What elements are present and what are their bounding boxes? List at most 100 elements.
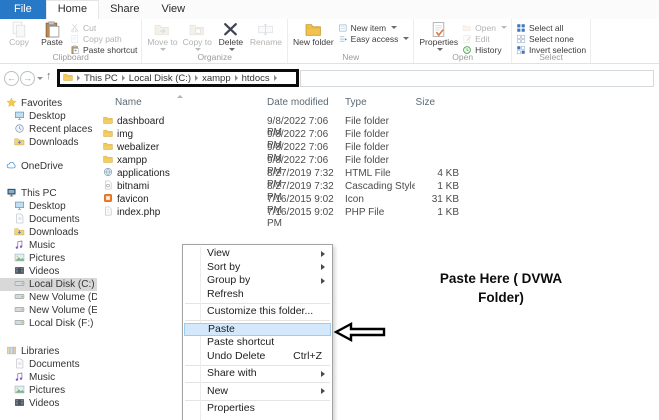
- sidebar-item-recent-places[interactable]: Recent places: [0, 123, 97, 136]
- sidebar-item-music[interactable]: Music: [0, 371, 97, 384]
- context-menu-item-undo-delete[interactable]: Undo Delete Ctrl+Z: [183, 350, 332, 364]
- column-header-size[interactable]: Size: [397, 97, 435, 108]
- sidebar-item-downloads[interactable]: Downloads: [0, 136, 97, 149]
- forward-arrow-icon[interactable]: →: [20, 71, 35, 86]
- sidebar-item-label: Pictures: [29, 385, 66, 396]
- context-menu-item-refresh[interactable]: Refresh: [183, 288, 332, 302]
- search-box[interactable]: [300, 70, 654, 87]
- column-header-date-modified[interactable]: Date modified: [267, 97, 329, 108]
- sidebar-item-documents[interactable]: Documents: [0, 358, 97, 371]
- breadcrumb-segment-htdocs[interactable]: htdocs: [242, 73, 270, 84]
- sidebar-item-downloads[interactable]: Downloads: [0, 226, 97, 239]
- select-all-button[interactable]: Select all: [516, 22, 586, 33]
- sidebar-item-favorites[interactable]: Favorites: [0, 97, 97, 110]
- file-name-cell: favicon: [103, 193, 263, 206]
- sidebar-item-music[interactable]: Music: [0, 239, 97, 252]
- sidebar-item-desktop[interactable]: Desktop: [0, 110, 97, 123]
- sidebar-item-videos[interactable]: Videos: [0, 265, 97, 278]
- sidebar-item-desktop[interactable]: Desktop: [0, 200, 97, 213]
- tab-view[interactable]: View: [150, 0, 196, 19]
- submenu-arrow-icon: [321, 277, 325, 284]
- sidebar-item-label: Videos: [29, 398, 60, 409]
- file-row-img[interactable]: img 9/8/2022 7:06 PM File folder: [97, 128, 659, 151]
- star-icon: [6, 97, 17, 111]
- file-name-cell: bitnami: [103, 180, 263, 193]
- tab-file[interactable]: File: [0, 0, 46, 19]
- copy-to-button[interactable]: Copy to: [182, 21, 213, 51]
- edit-button[interactable]: Edit: [462, 33, 507, 44]
- column-headers: Name Date modified Type Size: [97, 94, 659, 112]
- cut-button[interactable]: Cut: [70, 22, 137, 33]
- breadcrumb[interactable]: This PC Local Disk (C:) xampp htdocs: [57, 69, 299, 87]
- context-menu-item-group-by[interactable]: Group by: [183, 274, 332, 288]
- ribbon-group-label: Organize: [197, 52, 232, 62]
- sidebar-item-new-volume-e[interactable]: New Volume (E:): [0, 304, 97, 317]
- select-all-icon: [516, 23, 526, 33]
- html-icon: [103, 167, 113, 180]
- file-row-favicon[interactable]: favicon 7/16/2015 9:02 PM Icon 31 KB: [97, 193, 659, 216]
- select-none-button[interactable]: Select none: [516, 33, 586, 44]
- breadcrumb-segment-this-pc[interactable]: This PC: [84, 73, 118, 84]
- sort-direction-icon: [177, 95, 183, 98]
- context-menu-item-customize-this-folder[interactable]: Customize this folder...: [183, 305, 332, 319]
- file-size: 31 KB: [431, 194, 459, 205]
- context-menu-item-new[interactable]: New: [183, 385, 332, 399]
- tab-home[interactable]: Home: [45, 0, 100, 20]
- annotation-text: Paste Here ( DVWA Folder): [439, 271, 563, 305]
- new-item-button[interactable]: New item: [338, 22, 410, 33]
- sidebar-item-pictures[interactable]: Pictures: [0, 252, 97, 265]
- sidebar-item-local-disk-f[interactable]: Local Disk (F:): [0, 317, 97, 330]
- cloud-icon: [6, 160, 17, 174]
- context-menu-item-sort-by[interactable]: Sort by: [183, 261, 332, 275]
- move-to-button[interactable]: Move to: [146, 21, 178, 51]
- file-row-index-php[interactable]: index.php 7/16/2015 9:02 PM PHP File 1 KB: [97, 206, 659, 229]
- file-row-webalizer[interactable]: webalizer 9/8/2022 7:06 PM File folder: [97, 141, 659, 164]
- rename-button[interactable]: Rename: [249, 21, 283, 51]
- open-button[interactable]: Open: [462, 22, 507, 33]
- sidebar-item-label: Documents: [29, 359, 80, 370]
- ribbon: Copy Paste Cut Copy path Paste shortcut Clipb…: [0, 19, 659, 64]
- context-menu-item-paste[interactable]: Paste: [184, 322, 331, 336]
- folder-icon: [103, 154, 113, 167]
- context-menu-item-paste-shortcut[interactable]: Paste shortcut: [183, 336, 332, 350]
- recent-locations-caret-icon[interactable]: [37, 77, 43, 80]
- breadcrumb-segment-xampp[interactable]: xampp: [202, 73, 231, 84]
- tab-share[interactable]: Share: [99, 0, 150, 19]
- sidebar-item-onedrive[interactable]: OneDrive: [0, 160, 97, 173]
- column-header-type[interactable]: Type: [345, 97, 367, 108]
- rename-icon: [257, 21, 274, 38]
- context-menu-item-share-with[interactable]: Share with: [183, 367, 332, 381]
- ribbon-group-organize: Move to Copy to Delete Rename Organize: [142, 19, 289, 63]
- file-row-dashboard[interactable]: dashboard 9/8/2022 7:06 PM File folder: [97, 115, 659, 138]
- context-menu-item-properties[interactable]: Properties: [183, 402, 332, 416]
- column-header-name[interactable]: Name: [115, 97, 142, 108]
- file-row-xampp[interactable]: xampp 9/8/2022 7:06 PM File folder: [97, 154, 659, 177]
- delete-button[interactable]: Delete: [216, 21, 246, 51]
- properties-button[interactable]: Properties: [418, 21, 459, 55]
- file-row-bitnami[interactable]: bitnami 8/27/2019 7:32 PM Cascading Style …: [97, 180, 659, 203]
- copy-button[interactable]: Copy: [4, 21, 34, 55]
- paste-button[interactable]: Paste: [37, 21, 67, 55]
- sidebar-item-new-volume-d[interactable]: New Volume (D:): [0, 291, 97, 304]
- breadcrumb-segment-local-disk-c[interactable]: Local Disk (C:): [129, 73, 191, 84]
- sidebar-item-libraries[interactable]: Libraries: [0, 345, 97, 358]
- context-menu-item-view[interactable]: View: [183, 247, 332, 261]
- button-label: Copy path: [83, 33, 122, 44]
- copy-path-button[interactable]: Copy path: [70, 33, 137, 44]
- file-row-applications[interactable]: applications 8/27/2019 7:32 PM HTML File 4 …: [97, 167, 659, 190]
- sidebar-item-this-pc[interactable]: This PC: [0, 187, 97, 200]
- folder-icon: [63, 69, 73, 87]
- button-label: New item: [350, 22, 387, 33]
- up-arrow-icon[interactable]: ↑: [46, 70, 52, 82]
- libraries-icon: [6, 345, 17, 359]
- folder-icon: [103, 115, 113, 128]
- sidebar-item-pictures[interactable]: Pictures: [0, 384, 97, 397]
- back-arrow-icon[interactable]: ←: [4, 71, 19, 86]
- easy-access-button[interactable]: Easy access: [338, 33, 410, 44]
- new-folder-button[interactable]: New folder: [292, 21, 335, 48]
- sidebar-item-documents[interactable]: Documents: [0, 213, 97, 226]
- sidebar-item-local-disk-c[interactable]: Local Disk (C:): [0, 278, 97, 291]
- downloads-icon: [14, 136, 25, 150]
- sidebar-item-videos[interactable]: Videos: [0, 397, 97, 410]
